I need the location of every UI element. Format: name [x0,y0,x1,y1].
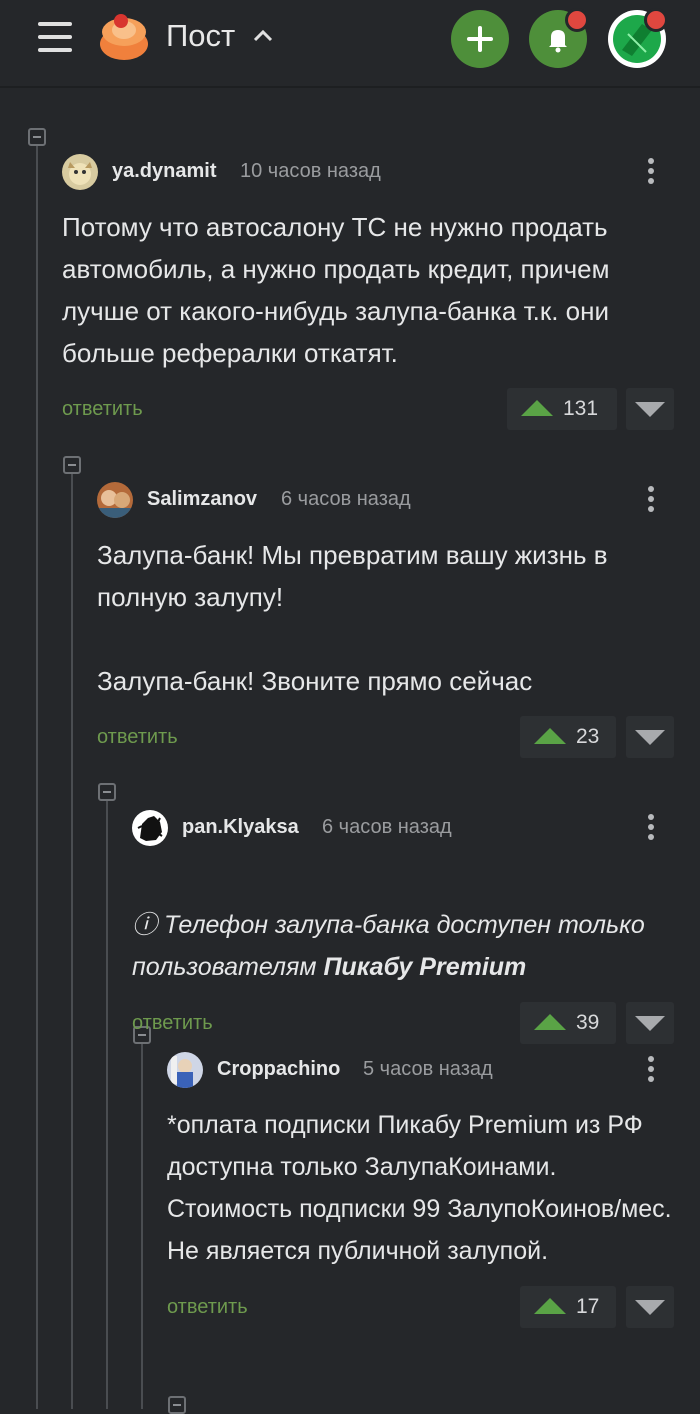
more-vertical-icon[interactable] [646,156,656,186]
upvote-button[interactable]: 131 [507,388,617,430]
comment-text: ⓘ Телефон залупа-банка доступен только п… [132,862,677,988]
downvote-button[interactable] [626,388,674,430]
reply-link[interactable]: ответить [97,726,178,749]
downvote-icon [635,730,665,745]
timestamp: 10 часов назад [240,160,381,182]
add-post-button[interactable] [451,10,509,68]
thread-line-level-2 [71,474,73,1409]
upvote-icon [534,728,566,744]
thread-line-level-1 [36,146,38,1409]
collapse-icon[interactable] [28,128,46,146]
rating-score: 131 [563,397,599,420]
avatar[interactable] [97,482,133,518]
collapse-icon[interactable] [98,783,116,801]
reply-link[interactable]: ответить [167,1296,248,1319]
downvote-button[interactable] [626,1286,674,1328]
collapse-icon[interactable] [168,1396,186,1414]
upvote-icon [534,1298,566,1314]
plus-icon [467,26,493,52]
comment-text: *оплата подписки Пикабу Premium из РФ до… [167,1111,672,1265]
comment: Croppachino 5 часов назад *оплата подпис… [167,1052,677,1330]
username[interactable]: Salimzanov [147,488,257,511]
avatar[interactable] [167,1052,203,1088]
reply-link[interactable]: ответить [62,398,143,421]
upvote-icon [534,1014,566,1030]
downvote-icon [635,402,665,417]
timestamp: 5 часов назад [363,1058,493,1080]
avatar[interactable] [62,154,98,190]
downvote-button[interactable] [626,1002,674,1044]
profile-badge [644,8,668,32]
username[interactable]: pan.Klyaksa [182,816,299,839]
top-bar: Пост [0,0,700,88]
upvote-button[interactable]: 17 [520,1286,616,1328]
collapse-icon[interactable] [63,456,81,474]
upvote-button[interactable]: 39 [520,1002,616,1044]
username[interactable]: Croppachino [217,1058,340,1081]
notifications-button[interactable] [529,8,589,68]
comment: ya.dynamit 10 часов назад Потому что авт… [62,154,674,432]
rating-score: 39 [576,1011,600,1034]
premium-link[interactable]: Пикабу Premium [323,953,526,981]
more-vertical-icon[interactable] [646,484,656,514]
comment: Salimzanov 6 часов назад Залупа-банк! Мы… [97,482,677,760]
downvote-button[interactable] [626,716,674,758]
comment-text: Залупа-банк! Мы превратим вашу жизнь в п… [97,540,608,696]
comment: pan.Klyaksa 6 часов назад ⓘ Телефон залу… [132,810,677,1046]
more-vertical-icon[interactable] [646,1054,656,1084]
menu-icon[interactable] [38,22,72,52]
profile-avatar-button[interactable] [608,8,668,68]
thread-line-level-3 [106,801,108,1409]
avatar[interactable] [132,810,168,846]
timestamp: 6 часов назад [281,488,411,510]
username[interactable]: ya.dynamit [112,160,216,183]
thread-line-level-4 [141,1044,143,1409]
rating-score: 17 [576,1295,600,1318]
downvote-icon [635,1016,665,1031]
chevron-up-icon[interactable] [252,27,274,43]
timestamp: 6 часов назад [322,816,452,838]
rating-score: 23 [576,725,600,748]
downvote-icon [635,1300,665,1315]
reply-link[interactable]: ответить [132,1012,213,1035]
upvote-button[interactable]: 23 [520,716,616,758]
comment-text: Потому что автосалону ТС не нужно продат… [62,212,610,368]
page-title[interactable]: Пост [166,18,235,54]
upvote-icon [521,400,553,416]
pikabu-logo[interactable] [98,14,150,62]
more-vertical-icon[interactable] [646,812,656,842]
notification-badge [565,8,589,32]
